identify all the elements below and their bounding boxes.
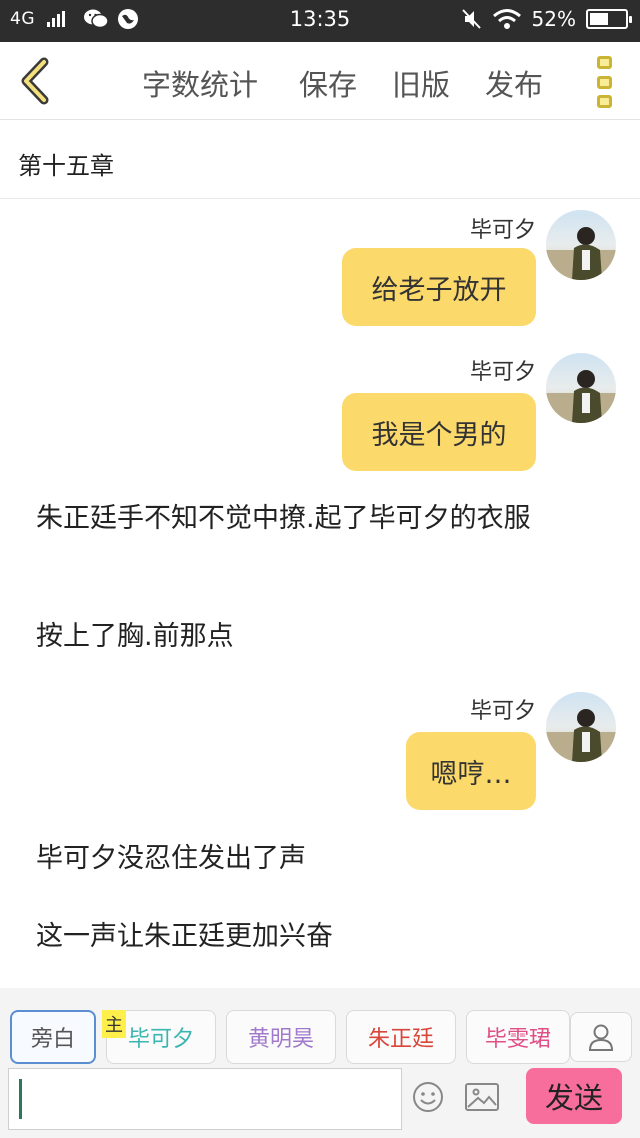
protagonist-tag: 主 <box>102 1010 126 1038</box>
message-input[interactable] <box>8 1068 402 1130</box>
battery-percent: 52% <box>531 7 576 31</box>
more-dot-icon <box>596 95 612 108</box>
narration-text[interactable]: 毕可夕没忍住发出了声 <box>36 840 606 878</box>
send-button[interactable]: 发送 <box>526 1068 622 1124</box>
mute-icon <box>461 9 481 29</box>
old-version-button[interactable]: 旧版 <box>392 62 450 104</box>
message-bubble[interactable]: 嗯哼… <box>406 732 536 810</box>
character-chip-zhu-zhengting[interactable]: 朱正廷 <box>346 1010 456 1064</box>
wifi-icon <box>492 9 521 29</box>
avatar[interactable] <box>546 210 616 280</box>
character-name: 黄明昊 <box>247 1027 314 1052</box>
character-chip-huang-minghao[interactable]: 黄明昊 <box>226 1010 336 1064</box>
sender-name: 毕可夕 <box>469 699 536 724</box>
more-dot-icon <box>596 56 612 69</box>
avatar[interactable] <box>546 353 616 423</box>
avatar-photo <box>546 227 616 280</box>
character-name: 旁白 <box>30 1027 75 1052</box>
character-selector: 旁白 毕可夕 黄明昊 朱正廷 毕雯珺 <box>0 988 640 1068</box>
word-count-button[interactable]: 字数统计 <box>142 62 258 104</box>
chapter-header[interactable]: 第十五章 <box>0 121 640 199</box>
battery-icon <box>586 9 632 29</box>
image-icon[interactable] <box>465 1083 499 1111</box>
emoji-icon[interactable] <box>412 1081 444 1113</box>
character-chip-narrator[interactable]: 旁白 <box>10 1010 96 1064</box>
editor-toolbar: 字数统计 保存 旧版 发布 <box>0 42 640 120</box>
publish-button[interactable]: 发布 <box>485 62 543 104</box>
more-menu-button[interactable] <box>594 56 614 108</box>
sender-name: 毕可夕 <box>469 218 536 243</box>
save-button[interactable]: 保存 <box>299 62 357 104</box>
message-bubble[interactable]: 我是个男的 <box>342 393 536 471</box>
narration-text[interactable]: 朱正廷手不知不觉中撩.起了毕可夕的衣服 <box>36 500 606 538</box>
person-icon <box>588 1024 614 1051</box>
narration-text[interactable]: 按上了胸.前那点 <box>36 618 606 656</box>
character-name: 毕可夕 <box>127 1027 194 1052</box>
message-bubble[interactable]: 给老子放开 <box>342 248 536 326</box>
text-caret <box>19 1079 22 1119</box>
back-button[interactable] <box>14 56 58 106</box>
narration-text[interactable]: 这一声让朱正廷更加兴奋 <box>36 918 606 956</box>
avatar[interactable] <box>546 692 616 762</box>
chapter-title[interactable]: 第十五章 <box>18 146 114 181</box>
sender-name: 毕可夕 <box>469 360 536 385</box>
character-name: 朱正廷 <box>367 1027 434 1052</box>
avatar-photo <box>546 370 616 423</box>
character-name: 毕雯珺 <box>484 1027 551 1052</box>
avatar-photo <box>546 709 616 762</box>
more-dot-icon <box>596 75 612 89</box>
status-bar: 4G 13:35 52% <box>0 0 640 42</box>
add-character-button[interactable] <box>570 1012 632 1062</box>
chevron-left-icon <box>21 57 49 105</box>
character-chip-bi-wenjun[interactable]: 毕雯珺 <box>466 1010 570 1064</box>
